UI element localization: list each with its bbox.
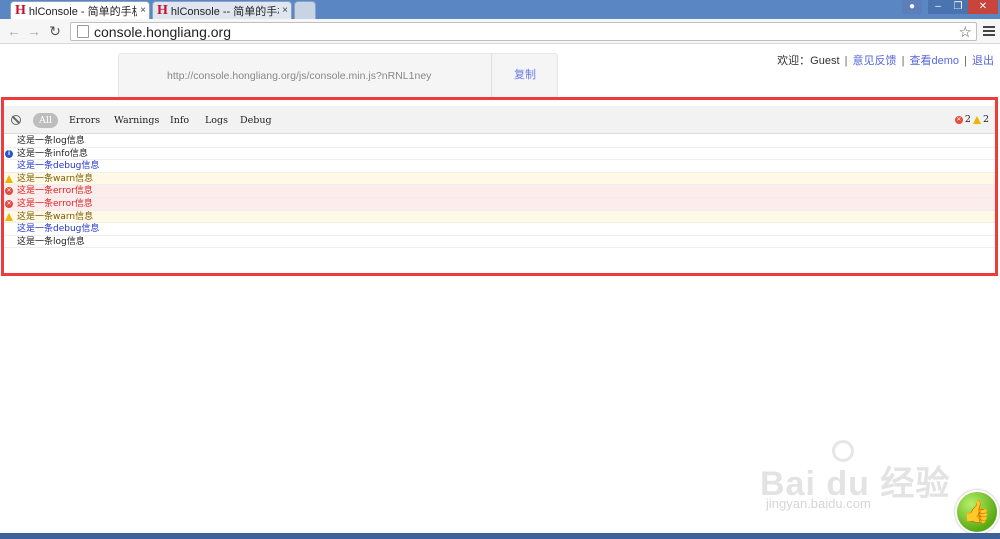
restore-icon[interactable]: ❐ bbox=[948, 0, 968, 14]
close-window-icon[interactable]: ✕ bbox=[968, 0, 998, 14]
logout-link[interactable]: 退出 bbox=[972, 55, 994, 67]
filter-tab-errors[interactable]: Errors bbox=[63, 113, 106, 128]
console-row-warn: 这是一条warn信息 bbox=[4, 172, 995, 186]
tab-close-icon[interactable]: × bbox=[137, 5, 149, 16]
user-profile-icon[interactable]: ● bbox=[902, 0, 922, 14]
favicon-h-icon: H bbox=[157, 2, 168, 18]
new-tab-button[interactable] bbox=[294, 1, 316, 19]
bookmark-star-icon[interactable]: ☆ bbox=[959, 23, 972, 41]
back-arrow-icon[interactable]: ← bbox=[6, 23, 22, 39]
browser-tab-2[interactable]: H hlConsole -- 简单的手机 × bbox=[152, 1, 292, 19]
info-icon: i bbox=[5, 149, 13, 158]
message-text: 这是一条log信息 bbox=[17, 236, 85, 247]
filter-tab-info[interactable]: Info bbox=[164, 113, 195, 128]
error-icon: ✕ bbox=[5, 199, 13, 208]
console-row-log: 这是一条log信息 bbox=[4, 135, 995, 148]
console-row-debug: 这是一条debug信息 bbox=[4, 160, 995, 173]
warning-icon bbox=[5, 174, 13, 183]
forward-arrow-icon[interactable]: → bbox=[26, 23, 42, 39]
message-text: 这是一条warn信息 bbox=[17, 211, 94, 222]
console-message-list: 这是一条log信息 i 这是一条info信息 这是一条debug信息 这是一条w… bbox=[4, 135, 995, 249]
message-text: 这是一条info信息 bbox=[17, 148, 88, 159]
warning-icon bbox=[5, 212, 13, 221]
warning-count-icon bbox=[972, 115, 981, 124]
message-text: 这是一条warn信息 bbox=[17, 173, 94, 184]
script-snippet-box: http://console.hongliang.org/js/console.… bbox=[118, 53, 558, 98]
warning-count: 2 bbox=[982, 114, 989, 125]
filter-tab-debug[interactable]: Debug bbox=[234, 113, 278, 128]
feedback-link[interactable]: 意见反馈 bbox=[853, 55, 897, 67]
browser-tab-1[interactable]: H hlConsole - 简单的手机/ × bbox=[10, 1, 150, 19]
filter-tab-logs[interactable]: Logs bbox=[199, 113, 234, 128]
console-row-warn: 这是一条warn信息 bbox=[4, 210, 995, 224]
copy-button[interactable]: 复制 bbox=[491, 54, 558, 97]
os-taskbar bbox=[0, 533, 1000, 539]
message-text: 这是一条error信息 bbox=[17, 198, 93, 209]
console-row-log: 这是一条log信息 bbox=[4, 236, 995, 249]
clear-console-icon[interactable] bbox=[11, 115, 21, 125]
url-text: console.hongliang.org bbox=[94, 23, 231, 40]
console-row-error: ✕ 这是一条error信息 bbox=[4, 197, 995, 211]
error-count-icon: ✕ bbox=[954, 115, 963, 124]
view-demo-link[interactable]: 查看demo bbox=[909, 55, 959, 67]
favicon-h-icon: H bbox=[15, 2, 26, 18]
tab-close-icon[interactable]: × bbox=[279, 5, 291, 16]
reload-icon[interactable]: ↻ bbox=[47, 23, 63, 39]
message-text: 这是一条debug信息 bbox=[17, 161, 100, 172]
browser-menu-icon[interactable] bbox=[983, 24, 995, 38]
minimize-icon[interactable]: ‒ bbox=[928, 0, 948, 14]
baidu-jingyan-watermark: Bai du 经验 jingyan.baidu.com bbox=[760, 440, 960, 520]
console-row-info: i 这是一条info信息 bbox=[4, 148, 995, 161]
filter-tab-warnings[interactable]: Warnings bbox=[108, 113, 165, 128]
watermark-site: jingyan.baidu.com bbox=[766, 496, 871, 511]
message-text: 这是一条debug信息 bbox=[17, 224, 100, 235]
console-row-debug: 这是一条debug信息 bbox=[4, 223, 995, 236]
console-panel: All Errors Warnings Info Logs Debug ✕ 2 … bbox=[4, 100, 995, 273]
message-text: 这是一条error信息 bbox=[17, 186, 93, 197]
console-filter-bar: All Errors Warnings Info Logs Debug ✕ 2 … bbox=[4, 106, 995, 134]
console-highlight-frame: All Errors Warnings Info Logs Debug ✕ 2 … bbox=[1, 97, 998, 276]
user-bar: 欢迎：Guest | 意见反馈 | 查看demo | 退出 bbox=[777, 55, 994, 67]
tab-title: hlConsole -- 简单的手机 bbox=[170, 5, 279, 18]
browser-toolbar: ← → ↻ console.hongliang.org ☆ bbox=[0, 19, 1000, 44]
page-icon bbox=[77, 25, 89, 38]
browser-tab-strip: H hlConsole - 简单的手机/ × H hlConsole -- 简单… bbox=[0, 0, 1000, 19]
thumbs-up-icon[interactable]: 👍 bbox=[955, 490, 999, 534]
filter-tab-all[interactable]: All bbox=[33, 113, 58, 128]
error-icon: ✕ bbox=[5, 187, 13, 196]
script-url-text: http://console.hongliang.org/js/console.… bbox=[167, 70, 432, 82]
message-text: 这是一条log信息 bbox=[17, 136, 85, 146]
tab-title: hlConsole - 简单的手机/ bbox=[28, 5, 137, 18]
address-bar[interactable]: console.hongliang.org ☆ bbox=[70, 22, 977, 41]
message-counts: ✕ 2 2 bbox=[954, 114, 989, 125]
welcome-text: 欢迎：Guest bbox=[777, 55, 840, 67]
error-count: 2 bbox=[964, 114, 971, 125]
console-row-error: ✕ 这是一条error信息 bbox=[4, 185, 995, 198]
